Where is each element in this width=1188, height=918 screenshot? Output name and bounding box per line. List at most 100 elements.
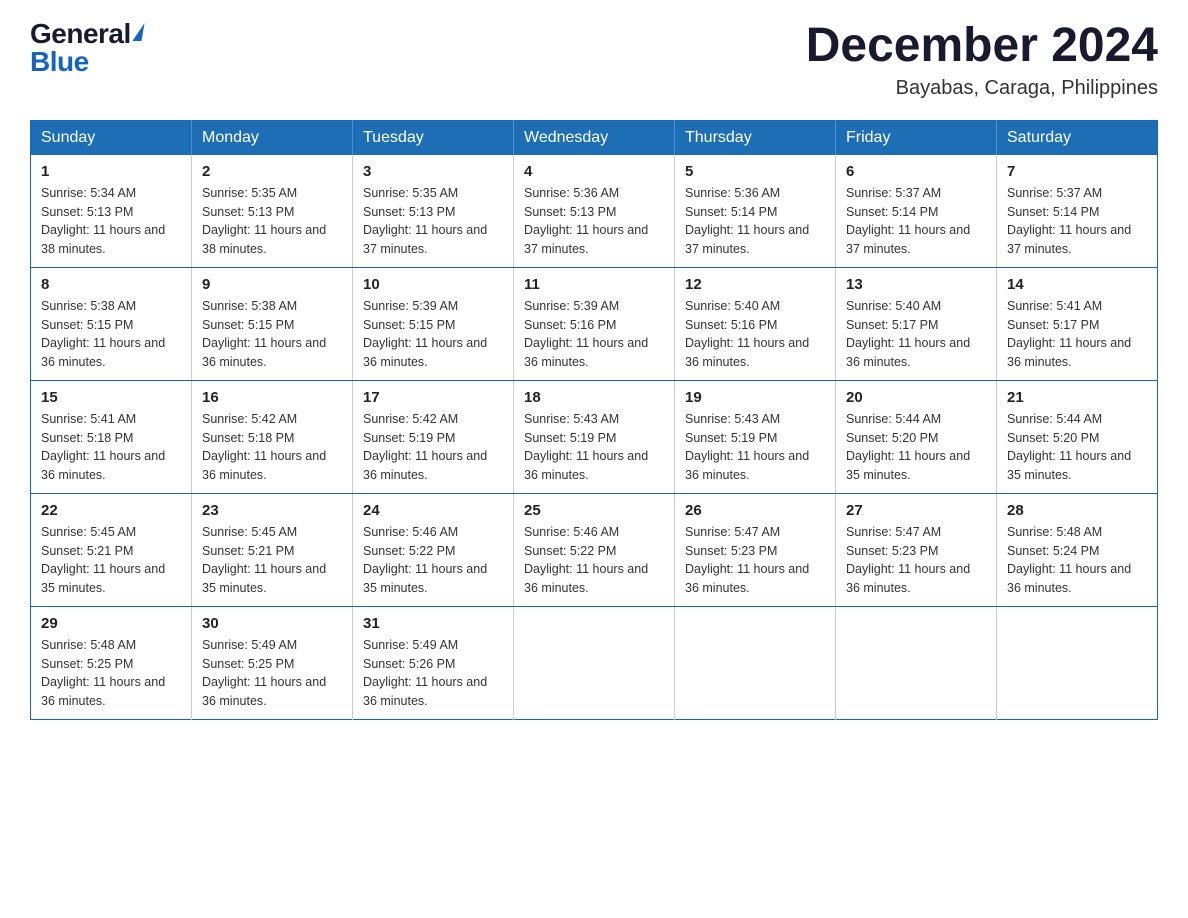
day-info: Sunrise: 5:44 AMSunset: 5:20 PMDaylight:…	[846, 410, 986, 485]
table-row: 9 Sunrise: 5:38 AMSunset: 5:15 PMDaylight…	[192, 267, 353, 380]
day-number: 17	[363, 389, 503, 406]
day-info: Sunrise: 5:43 AMSunset: 5:19 PMDaylight:…	[685, 410, 825, 485]
table-row: 13 Sunrise: 5:40 AMSunset: 5:17 PMDayligh…	[836, 267, 997, 380]
calendar-week-2: 8 Sunrise: 5:38 AMSunset: 5:15 PMDaylight…	[31, 267, 1158, 380]
day-number: 9	[202, 276, 342, 293]
table-row: 8 Sunrise: 5:38 AMSunset: 5:15 PMDaylight…	[31, 267, 192, 380]
table-row: 21 Sunrise: 5:44 AMSunset: 5:20 PMDayligh…	[997, 380, 1158, 493]
day-info: Sunrise: 5:47 AMSunset: 5:23 PMDaylight:…	[846, 523, 986, 598]
table-row: 19 Sunrise: 5:43 AMSunset: 5:19 PMDayligh…	[675, 380, 836, 493]
day-info: Sunrise: 5:37 AMSunset: 5:14 PMDaylight:…	[1007, 184, 1147, 259]
day-info: Sunrise: 5:49 AMSunset: 5:26 PMDaylight:…	[363, 636, 503, 711]
table-row: 29 Sunrise: 5:48 AMSunset: 5:25 PMDayligh…	[31, 606, 192, 719]
month-title: December 2024	[806, 20, 1158, 73]
day-info: Sunrise: 5:40 AMSunset: 5:16 PMDaylight:…	[685, 297, 825, 372]
day-info: Sunrise: 5:46 AMSunset: 5:22 PMDaylight:…	[363, 523, 503, 598]
table-row: 14Sunrise: 5:41 AMSunset: 5:17 PMDayligh…	[997, 267, 1158, 380]
col-tuesday: Tuesday	[353, 120, 514, 155]
day-number: 6	[846, 163, 986, 180]
day-number: 5	[685, 163, 825, 180]
table-row: 25 Sunrise: 5:46 AMSunset: 5:22 PMDayligh…	[514, 493, 675, 606]
day-number: 8	[41, 276, 181, 293]
day-info: Sunrise: 5:36 AMSunset: 5:13 PMDaylight:…	[524, 184, 664, 259]
day-number: 11	[524, 276, 664, 293]
day-info: Sunrise: 5:38 AMSunset: 5:15 PMDaylight:…	[202, 297, 342, 372]
day-number: 26	[685, 502, 825, 519]
calendar-header-row: Sunday Monday Tuesday Wednesday Thursday…	[31, 120, 1158, 155]
day-info: Sunrise: 5:43 AMSunset: 5:19 PMDaylight:…	[524, 410, 664, 485]
day-number: 12	[685, 276, 825, 293]
calendar-week-3: 15Sunrise: 5:41 AMSunset: 5:18 PMDayligh…	[31, 380, 1158, 493]
table-row: 17 Sunrise: 5:42 AMSunset: 5:19 PMDayligh…	[353, 380, 514, 493]
day-number: 28	[1007, 502, 1147, 519]
day-number: 31	[363, 615, 503, 632]
calendar-table: Sunday Monday Tuesday Wednesday Thursday…	[30, 120, 1158, 720]
day-number: 19	[685, 389, 825, 406]
table-row: 12 Sunrise: 5:40 AMSunset: 5:16 PMDayligh…	[675, 267, 836, 380]
table-row	[675, 606, 836, 719]
table-row: 27 Sunrise: 5:47 AMSunset: 5:23 PMDayligh…	[836, 493, 997, 606]
calendar-week-5: 29 Sunrise: 5:48 AMSunset: 5:25 PMDayligh…	[31, 606, 1158, 719]
location-text: Bayabas, Caraga, Philippines	[806, 77, 1158, 100]
table-row	[836, 606, 997, 719]
day-number: 18	[524, 389, 664, 406]
table-row: 28 Sunrise: 5:48 AMSunset: 5:24 PMDayligh…	[997, 493, 1158, 606]
day-number: 27	[846, 502, 986, 519]
day-number: 29	[41, 615, 181, 632]
table-row: 2 Sunrise: 5:35 AMSunset: 5:13 PMDaylight…	[192, 155, 353, 268]
day-info: Sunrise: 5:39 AMSunset: 5:15 PMDaylight:…	[363, 297, 503, 372]
table-row: 24 Sunrise: 5:46 AMSunset: 5:22 PMDayligh…	[353, 493, 514, 606]
page-header: General Blue December 2024 Bayabas, Cara…	[30, 20, 1158, 100]
header-right: December 2024 Bayabas, Caraga, Philippin…	[806, 20, 1158, 100]
logo-general-text: General	[30, 20, 131, 48]
day-info: Sunrise: 5:48 AMSunset: 5:25 PMDaylight:…	[41, 636, 181, 711]
calendar-week-4: 22Sunrise: 5:45 AMSunset: 5:21 PMDayligh…	[31, 493, 1158, 606]
day-info: Sunrise: 5:41 AMSunset: 5:18 PMDaylight:…	[41, 410, 181, 485]
table-row: 1Sunrise: 5:34 AMSunset: 5:13 PMDaylight…	[31, 155, 192, 268]
day-info: Sunrise: 5:44 AMSunset: 5:20 PMDaylight:…	[1007, 410, 1147, 485]
col-thursday: Thursday	[675, 120, 836, 155]
table-row: 26 Sunrise: 5:47 AMSunset: 5:23 PMDayligh…	[675, 493, 836, 606]
day-info: Sunrise: 5:48 AMSunset: 5:24 PMDaylight:…	[1007, 523, 1147, 598]
table-row: 31 Sunrise: 5:49 AMSunset: 5:26 PMDayligh…	[353, 606, 514, 719]
day-info: Sunrise: 5:47 AMSunset: 5:23 PMDaylight:…	[685, 523, 825, 598]
table-row: 4Sunrise: 5:36 AMSunset: 5:13 PMDaylight…	[514, 155, 675, 268]
table-row: 22Sunrise: 5:45 AMSunset: 5:21 PMDayligh…	[31, 493, 192, 606]
day-number: 23	[202, 502, 342, 519]
table-row: 15Sunrise: 5:41 AMSunset: 5:18 PMDayligh…	[31, 380, 192, 493]
logo-blue-text: Blue	[30, 48, 89, 76]
day-number: 16	[202, 389, 342, 406]
day-info: Sunrise: 5:40 AMSunset: 5:17 PMDaylight:…	[846, 297, 986, 372]
day-number: 20	[846, 389, 986, 406]
day-number: 25	[524, 502, 664, 519]
table-row: 7 Sunrise: 5:37 AMSunset: 5:14 PMDaylight…	[997, 155, 1158, 268]
calendar-week-1: 1Sunrise: 5:34 AMSunset: 5:13 PMDaylight…	[31, 155, 1158, 268]
day-info: Sunrise: 5:46 AMSunset: 5:22 PMDaylight:…	[524, 523, 664, 598]
logo: General Blue	[30, 20, 143, 76]
table-row: 23 Sunrise: 5:45 AMSunset: 5:21 PMDayligh…	[192, 493, 353, 606]
day-info: Sunrise: 5:35 AMSunset: 5:13 PMDaylight:…	[363, 184, 503, 259]
table-row: 6Sunrise: 5:37 AMSunset: 5:14 PMDaylight…	[836, 155, 997, 268]
day-number: 2	[202, 163, 342, 180]
day-info: Sunrise: 5:35 AMSunset: 5:13 PMDaylight:…	[202, 184, 342, 259]
day-number: 13	[846, 276, 986, 293]
day-number: 14	[1007, 276, 1147, 293]
day-info: Sunrise: 5:42 AMSunset: 5:19 PMDaylight:…	[363, 410, 503, 485]
day-info: Sunrise: 5:38 AMSunset: 5:15 PMDaylight:…	[41, 297, 181, 372]
day-number: 1	[41, 163, 181, 180]
table-row: 3 Sunrise: 5:35 AMSunset: 5:13 PMDaylight…	[353, 155, 514, 268]
col-monday: Monday	[192, 120, 353, 155]
day-info: Sunrise: 5:45 AMSunset: 5:21 PMDaylight:…	[202, 523, 342, 598]
table-row: 11Sunrise: 5:39 AMSunset: 5:16 PMDayligh…	[514, 267, 675, 380]
day-number: 3	[363, 163, 503, 180]
day-number: 21	[1007, 389, 1147, 406]
table-row: 10Sunrise: 5:39 AMSunset: 5:15 PMDayligh…	[353, 267, 514, 380]
col-friday: Friday	[836, 120, 997, 155]
day-info: Sunrise: 5:36 AMSunset: 5:14 PMDaylight:…	[685, 184, 825, 259]
day-info: Sunrise: 5:42 AMSunset: 5:18 PMDaylight:…	[202, 410, 342, 485]
col-saturday: Saturday	[997, 120, 1158, 155]
table-row: 16 Sunrise: 5:42 AMSunset: 5:18 PMDayligh…	[192, 380, 353, 493]
day-number: 24	[363, 502, 503, 519]
table-row	[514, 606, 675, 719]
day-number: 7	[1007, 163, 1147, 180]
